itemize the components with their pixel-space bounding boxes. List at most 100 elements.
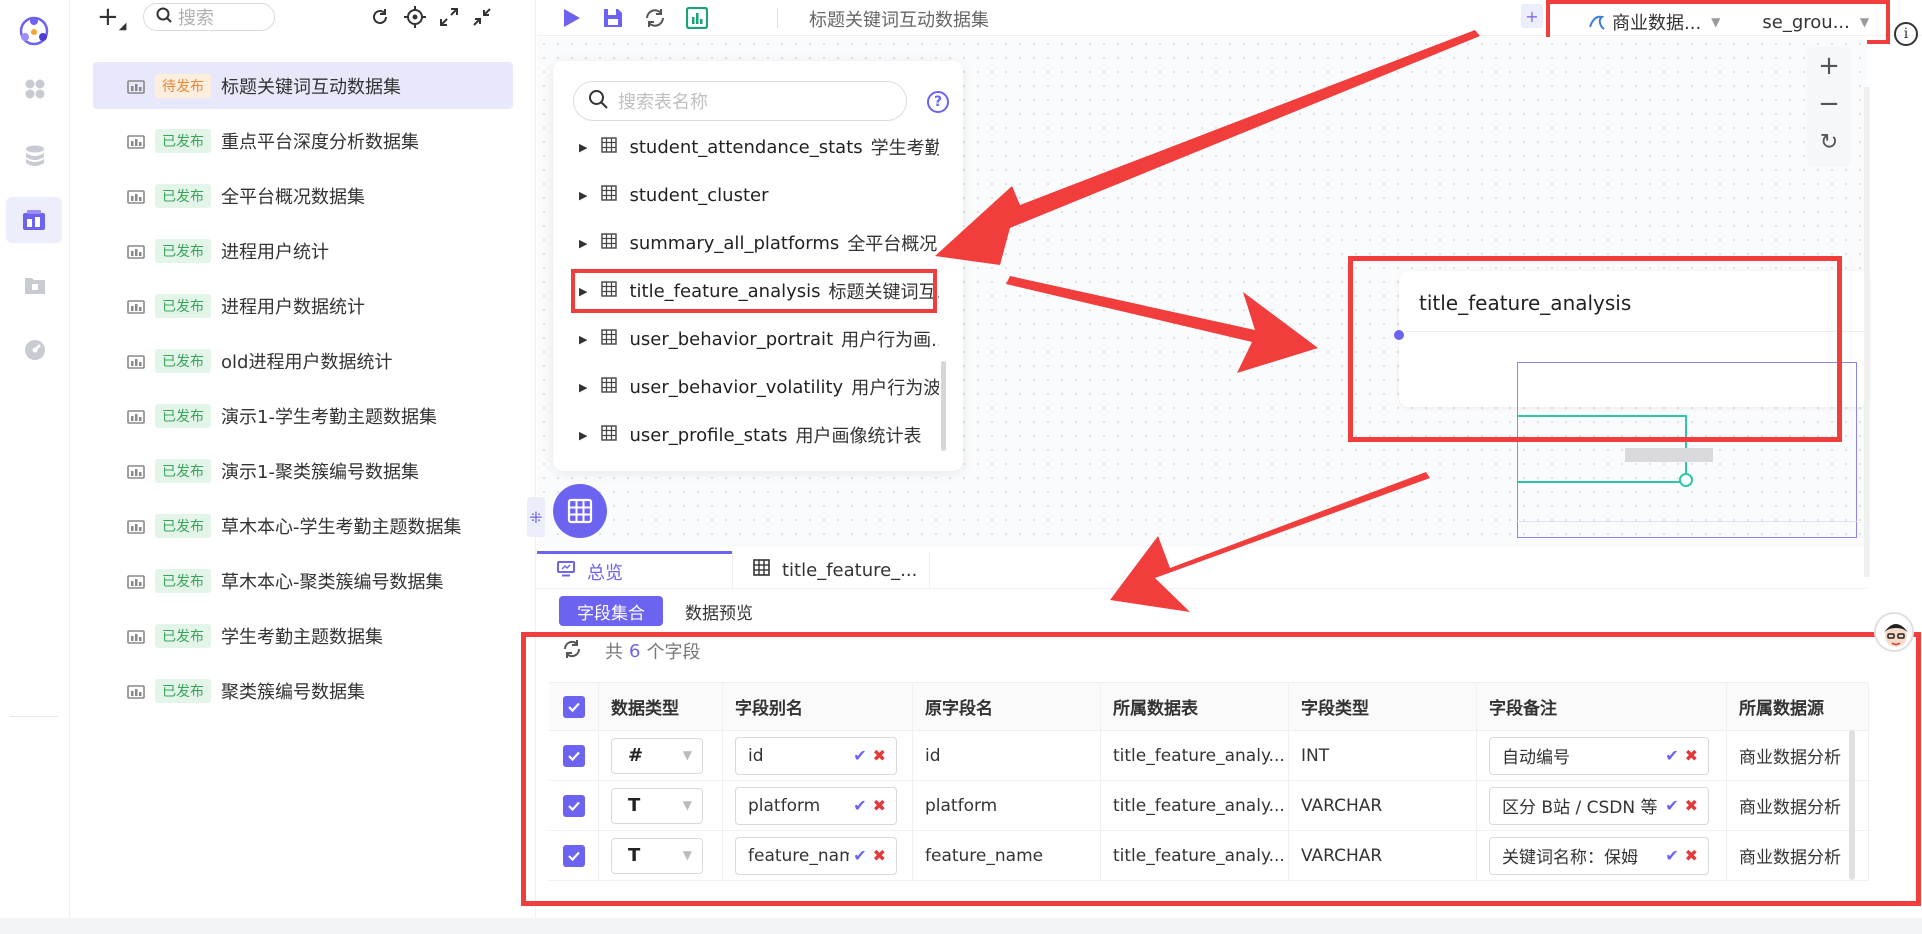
dataset-search-input[interactable]: 搜索 bbox=[143, 3, 275, 31]
confirm-icon[interactable]: ✔ bbox=[1665, 746, 1678, 765]
dataset-name: 标题关键词互动数据集 bbox=[221, 76, 401, 98]
dataset-list-item[interactable]: 已发布 重点平台深度分析数据集 bbox=[93, 117, 513, 164]
column-header[interactable]: 字段类型 bbox=[1289, 683, 1477, 730]
column-header[interactable]: 数据类型 bbox=[599, 683, 723, 730]
dataset-list-item[interactable]: 已发布 全平台概况数据集 bbox=[93, 172, 513, 219]
refresh-icon[interactable] bbox=[367, 4, 393, 30]
subtab-preview[interactable]: 数据预览 bbox=[667, 596, 771, 626]
alias-input[interactable]: platform ✔ ✖ bbox=[735, 786, 897, 825]
table-list-item[interactable]: ▶ user_behavior_portrait 用户行为画... bbox=[569, 315, 939, 363]
dataset-list-item[interactable]: 已发布 草木本心-聚类簇编号数据集 bbox=[93, 557, 513, 604]
status-badge: 已发布 bbox=[155, 623, 211, 648]
database-icon[interactable] bbox=[18, 139, 52, 173]
alias-input[interactable]: feature_name✔ ✖ bbox=[735, 836, 897, 875]
select-all-checkbox[interactable] bbox=[549, 683, 599, 730]
confirm-icon[interactable]: ✔ bbox=[1665, 846, 1678, 865]
cancel-icon[interactable]: ✖ bbox=[873, 846, 886, 865]
type-select[interactable]: T ▼ bbox=[611, 837, 703, 874]
cancel-icon[interactable]: ✖ bbox=[1685, 796, 1698, 815]
dataset-list-item[interactable]: 已发布 学生考勤主题数据集 bbox=[93, 612, 513, 659]
table-search-input[interactable]: 搜索表名称 bbox=[573, 81, 907, 121]
alias-input[interactable]: id ✔ ✖ bbox=[735, 736, 897, 775]
type-select[interactable]: # ▼ bbox=[611, 737, 703, 774]
canvas-scrollbar[interactable] bbox=[1864, 87, 1870, 577]
caret-right-icon[interactable]: ▶ bbox=[579, 429, 587, 442]
subtab-fields[interactable]: 字段集合 bbox=[559, 596, 663, 626]
remark-input[interactable]: 关键词名称：保姆 ✔ ✖ bbox=[1489, 836, 1709, 875]
table-list-item[interactable]: ▶ title_feature_analysis 标题关键词互... bbox=[569, 267, 939, 315]
help-icon[interactable]: ? bbox=[927, 91, 949, 113]
table-list-item[interactable]: ▶ user_profile_stats 用户画像统计表 bbox=[569, 411, 939, 459]
dataset-list-item[interactable]: 已发布 演示1-聚类簇编号数据集 bbox=[93, 447, 513, 494]
table-scrollbar[interactable] bbox=[1849, 730, 1855, 880]
folder-icon[interactable] bbox=[18, 268, 52, 302]
dataset-list-item[interactable]: 已发布 草木本心-学生考勤主题数据集 bbox=[93, 502, 513, 549]
collapse-icon[interactable] bbox=[469, 4, 495, 30]
info-icon[interactable]: i bbox=[1894, 22, 1918, 46]
column-header[interactable]: 所属数据源 bbox=[1727, 683, 1869, 730]
dataset-list-item[interactable]: 已发布 进程用户数据统计 bbox=[93, 282, 513, 329]
run-button[interactable] bbox=[557, 4, 585, 32]
locate-icon[interactable] bbox=[402, 4, 428, 30]
caret-right-icon[interactable]: ▶ bbox=[579, 333, 587, 346]
cancel-icon[interactable]: ✖ bbox=[873, 746, 886, 765]
logo-icon[interactable] bbox=[15, 12, 53, 50]
dataset-icon[interactable] bbox=[6, 197, 62, 243]
confirm-icon[interactable]: ✔ bbox=[853, 846, 866, 865]
cancel-icon[interactable]: ✖ bbox=[1685, 846, 1698, 865]
apps-icon[interactable] bbox=[18, 72, 52, 106]
table-list-item[interactable]: ▶ student_cluster bbox=[569, 171, 939, 219]
confirm-icon[interactable]: ✔ bbox=[853, 796, 866, 815]
row-checkbox[interactable] bbox=[549, 731, 599, 780]
dataset-list-item[interactable]: 待发布 标题关键词互动数据集 bbox=[93, 62, 513, 109]
row-checkbox[interactable] bbox=[549, 781, 599, 830]
dataset-list-item[interactable]: 已发布 聚类簇编号数据集 bbox=[93, 667, 513, 714]
caret-right-icon[interactable]: ▶ bbox=[579, 285, 587, 298]
refresh-fields-icon[interactable] bbox=[561, 638, 583, 665]
column-header[interactable]: 字段备注 bbox=[1477, 683, 1727, 730]
dataset-list-item[interactable]: 已发布 old进程用户数据统计 bbox=[93, 337, 513, 384]
remark-input[interactable]: 区分 B站 / CSDN 等 ✔ ✖ bbox=[1489, 786, 1709, 825]
cancel-icon[interactable]: ✖ bbox=[873, 796, 886, 815]
confirm-icon[interactable]: ✔ bbox=[1665, 796, 1678, 815]
type-select[interactable]: T ▼ bbox=[611, 787, 703, 824]
caret-right-icon[interactable]: ▶ bbox=[579, 141, 587, 154]
table-list-item[interactable]: ▶ student_attendance_stats 学生考勤... bbox=[569, 123, 939, 171]
dataset-list-item[interactable]: 已发布 演示1-学生考勤主题数据集 bbox=[93, 392, 513, 439]
remark-input[interactable]: 自动编号 ✔ ✖ bbox=[1489, 736, 1709, 775]
tab-table[interactable]: title_feature_... bbox=[732, 551, 930, 589]
design-canvas[interactable]: 搜索表名称 ? ▶ student_attendance_stats 学生考勤...… bbox=[527, 37, 1870, 577]
cancel-icon[interactable]: ✖ bbox=[1685, 746, 1698, 765]
zoom-reset-button[interactable]: ↻ bbox=[1807, 123, 1851, 161]
dataset-name: 草木本心-学生考勤主题数据集 bbox=[221, 516, 462, 538]
confirm-icon[interactable]: ✔ bbox=[853, 746, 866, 765]
zoom-out-button[interactable]: − bbox=[1807, 85, 1851, 123]
schema-select[interactable]: se_grou... ▼ bbox=[1762, 12, 1869, 33]
dashboard-icon[interactable] bbox=[18, 333, 52, 367]
expand-icon[interactable] bbox=[436, 4, 462, 30]
picker-scrollbar[interactable] bbox=[941, 361, 946, 451]
column-header[interactable]: 所属数据表 bbox=[1101, 683, 1289, 730]
drag-handle-icon[interactable]: ⁜ bbox=[527, 497, 545, 537]
refresh-canvas-button[interactable] bbox=[641, 4, 669, 32]
row-checkbox[interactable] bbox=[549, 831, 599, 880]
tab-overview[interactable]: 总览 bbox=[537, 551, 732, 589]
datasource-select[interactable]: 商业数据... ▼ bbox=[1588, 9, 1720, 35]
table-fab-button[interactable] bbox=[553, 484, 607, 538]
dataset-list-item[interactable]: 已发布 进程用户统计 bbox=[93, 227, 513, 274]
caret-right-icon[interactable]: ▶ bbox=[579, 237, 587, 250]
caret-right-icon[interactable]: ▶ bbox=[579, 189, 587, 202]
table-comment: 学生考勤... bbox=[870, 138, 939, 159]
table-list-item[interactable]: ▶ summary_all_platforms 全平台概况... bbox=[569, 219, 939, 267]
chart-button[interactable] bbox=[683, 4, 711, 32]
table-list-item[interactable]: ▶ user_behavior_volatility 用户行为波... bbox=[569, 363, 939, 411]
column-header[interactable]: 字段别名 bbox=[723, 683, 913, 730]
save-button[interactable] bbox=[599, 4, 627, 32]
add-node-button[interactable]: + bbox=[1521, 4, 1543, 28]
zoom-in-button[interactable]: + bbox=[1807, 47, 1851, 85]
add-dataset-button[interactable]: +◢ bbox=[97, 2, 127, 32]
avatar[interactable] bbox=[1874, 612, 1914, 652]
caret-right-icon[interactable]: ▶ bbox=[579, 381, 587, 394]
column-header[interactable]: 原字段名 bbox=[913, 683, 1101, 730]
minimap-handle[interactable] bbox=[1679, 473, 1693, 487]
